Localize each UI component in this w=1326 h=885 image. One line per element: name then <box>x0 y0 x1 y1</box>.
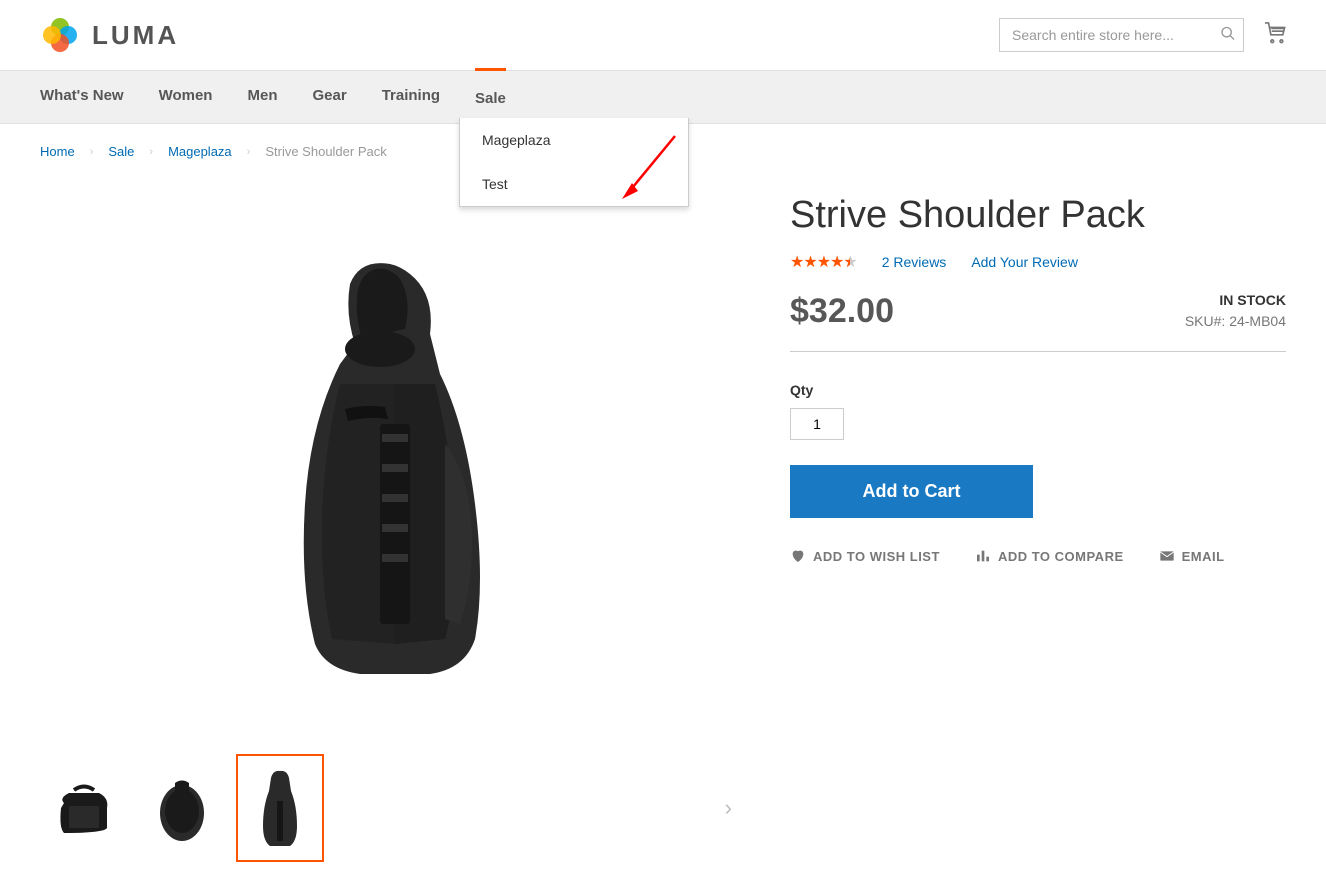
compare-link[interactable]: ADD TO COMPARE <box>975 548 1124 564</box>
product-title: Strive Shoulder Pack <box>790 194 1286 237</box>
product-image[interactable] <box>40 184 740 744</box>
search-button[interactable] <box>1220 26 1236 45</box>
dropdown-item-test[interactable]: Test <box>460 162 688 206</box>
sku-row: SKU#: 24-MB04 <box>1185 313 1286 329</box>
price-row: $32.00 IN STOCK SKU#: 24-MB04 <box>790 292 1286 352</box>
thumbnail-3[interactable] <box>236 754 324 862</box>
email-icon <box>1159 548 1175 564</box>
logo-icon <box>40 15 80 55</box>
stars-icon: ★★★★★★ <box>790 252 857 272</box>
reviews-link[interactable]: 2 Reviews <box>882 254 947 270</box>
crumb-home[interactable]: Home <box>40 144 75 159</box>
search-box <box>999 18 1244 52</box>
nav-item-sale[interactable]: Sale <box>475 68 506 123</box>
sku-value: 24-MB04 <box>1229 313 1286 329</box>
logo-text: LUMA <box>92 20 179 51</box>
nav-item-women[interactable]: Women <box>159 71 213 123</box>
wishlist-link[interactable]: ADD TO WISH LIST <box>790 548 940 564</box>
wishlist-label: ADD TO WISH LIST <box>813 549 940 564</box>
rating-row: ★★★★★★ 2 Reviews Add Your Review <box>790 252 1286 272</box>
cart-icon <box>1264 22 1286 44</box>
header: LUMA <box>0 0 1326 70</box>
compare-icon <box>975 548 991 564</box>
crumb-current: Strive Shoulder Pack <box>265 144 386 159</box>
thumbnails: › <box>40 754 740 862</box>
heart-icon <box>790 548 806 564</box>
nav-list: What's New Women Men Gear Training Sale <box>40 71 1286 123</box>
nav-dropdown: Mageplaza Test <box>459 118 689 207</box>
thumbnail-next[interactable]: › <box>717 787 740 829</box>
chevron-right-icon: › <box>149 146 153 158</box>
nav-item-training[interactable]: Training <box>382 71 440 123</box>
stock-block: IN STOCK SKU#: 24-MB04 <box>1185 292 1286 329</box>
qty-input[interactable] <box>790 408 844 440</box>
search-input[interactable] <box>999 18 1244 52</box>
sku-label: SKU#: <box>1185 313 1225 329</box>
cart-button[interactable] <box>1264 22 1286 49</box>
stock-status: IN STOCK <box>1185 292 1286 308</box>
nav-item-whats-new[interactable]: What's New <box>40 71 124 123</box>
price: $32.00 <box>790 292 894 331</box>
chevron-right-icon: › <box>725 795 732 820</box>
dropdown-item-mageplaza[interactable]: Mageplaza <box>460 118 688 162</box>
crumb-mageplaza[interactable]: Mageplaza <box>168 144 232 159</box>
thumbnail-2[interactable] <box>138 754 226 862</box>
qty-label: Qty <box>790 382 1286 398</box>
chevron-right-icon: › <box>90 146 94 158</box>
add-to-cart-button[interactable]: Add to Cart <box>790 465 1033 518</box>
logo[interactable]: LUMA <box>40 15 179 55</box>
main-content: › Strive Shoulder Pack ★★★★★★ 2 Reviews … <box>0 184 1326 862</box>
backpack-image <box>250 244 530 684</box>
crumb-sale[interactable]: Sale <box>108 144 134 159</box>
search-icon <box>1220 26 1236 42</box>
thumbnail-1[interactable] <box>40 754 128 862</box>
compare-label: ADD TO COMPARE <box>998 549 1124 564</box>
add-review-link[interactable]: Add Your Review <box>971 254 1078 270</box>
header-right <box>999 18 1286 52</box>
product-info: Strive Shoulder Pack ★★★★★★ 2 Reviews Ad… <box>790 184 1286 862</box>
email-link[interactable]: EMAIL <box>1159 548 1225 564</box>
email-label: EMAIL <box>1182 549 1225 564</box>
nav-item-gear[interactable]: Gear <box>312 71 346 123</box>
chevron-right-icon: › <box>247 146 251 158</box>
nav-bar: What's New Women Men Gear Training Sale … <box>0 70 1326 124</box>
nav-item-men[interactable]: Men <box>247 71 277 123</box>
gallery: › <box>40 184 740 862</box>
action-links: ADD TO WISH LIST ADD TO COMPARE EMAIL <box>790 548 1286 564</box>
